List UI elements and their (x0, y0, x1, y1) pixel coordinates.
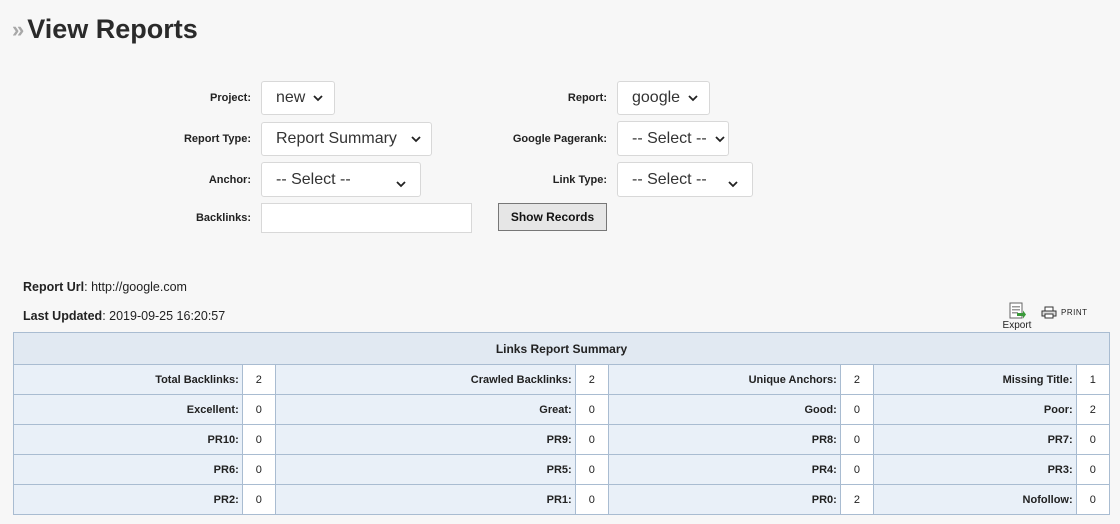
report-select-value: google (632, 89, 681, 106)
metric-value: 0 (574, 484, 609, 515)
metric-label: Great: (275, 394, 576, 425)
last-updated-line: Last Updated: 2019-09-25 16:20:57 (23, 309, 226, 323)
metric-label: PR6: (13, 454, 243, 485)
metric-label: Nofollow: (873, 484, 1077, 515)
chevron-down-icon (688, 89, 698, 107)
metric-label: PR0: (607, 484, 841, 515)
table-row: Total Backlinks: 2 Crawled Backlinks: 2 Uniq… (13, 364, 1111, 395)
page-title: View Reports (27, 14, 198, 44)
report-type-select-value: Report Summary (276, 130, 397, 147)
google-pagerank-select-value: -- Select -- (632, 129, 707, 147)
table-row: Excellent: 0 Great: 0 Good: 0 Poor: 2 (13, 394, 1111, 425)
report-url-label: Report Url (23, 280, 85, 294)
double-chevron-icon: » (12, 16, 24, 42)
report-select[interactable]: google (617, 81, 710, 115)
anchor-select-value: -- Select -- (276, 170, 351, 188)
google-pagerank-select[interactable]: -- Select -- (617, 121, 729, 156)
metric-label: PR2: (13, 484, 243, 515)
metric-value: 1 (1075, 364, 1111, 395)
links-report-summary-table: Links Report Summary Total Backlinks: 2 Cr… (13, 332, 1111, 515)
project-label: Project: (210, 92, 251, 104)
page-header: » View Reports (12, 14, 198, 45)
project-select[interactable]: new (261, 81, 335, 115)
metric-label: Poor: (873, 394, 1077, 425)
show-records-button[interactable]: Show Records (498, 203, 607, 231)
metric-label: PR4: (607, 454, 841, 485)
export-icon (1001, 302, 1033, 320)
metric-value: 0 (1075, 454, 1111, 485)
metric-value: 2 (1075, 394, 1111, 425)
report-url-line: Report Url: http://google.com (23, 280, 187, 294)
metric-value: 0 (241, 424, 277, 455)
metric-value: 0 (574, 454, 609, 485)
metric-label: PR3: (873, 454, 1077, 485)
anchor-label: Anchor: (208, 174, 251, 186)
anchor-select[interactable]: -- Select -- (261, 162, 421, 197)
chevron-down-icon (313, 89, 323, 107)
chevron-down-icon (396, 175, 406, 193)
export-button[interactable]: Export (1001, 302, 1033, 331)
printer-icon (1041, 306, 1057, 319)
metric-label: PR7: (873, 424, 1077, 455)
report-type-label: Report Type: (183, 133, 251, 145)
metric-label: Good: (607, 394, 841, 425)
metric-value: 0 (574, 424, 609, 455)
table-row: PR10: 0 PR9: 0 PR8: 0 PR7: 0 (13, 424, 1111, 455)
print-label: PRINT (1061, 308, 1088, 317)
backlinks-label: Backlinks: (195, 212, 251, 224)
chevron-down-icon (715, 130, 725, 148)
metric-label: Crawled Backlinks: (275, 364, 576, 395)
metric-label: Missing Title: (873, 364, 1077, 395)
last-updated-value: 2019-09-25 16:20:57 (109, 309, 226, 323)
metric-label: PR8: (607, 424, 841, 455)
print-button[interactable]: PRINT (1041, 306, 1088, 319)
link-type-select-value: -- Select -- (632, 170, 707, 188)
backlinks-input[interactable] (261, 203, 472, 233)
metric-label: Unique Anchors: (607, 364, 841, 395)
metric-value: 0 (241, 484, 277, 515)
metric-value: 2 (241, 364, 277, 395)
report-type-select[interactable]: Report Summary (261, 122, 432, 156)
metric-value: 0 (839, 424, 875, 455)
link-type-label: Link Type: (552, 174, 607, 186)
table-row: PR2: 0 PR1: 0 PR0: 2 Nofollow: 0 (13, 484, 1111, 515)
metric-value: 2 (839, 484, 875, 515)
table-row: PR6: 0 PR5: 0 PR4: 0 PR3: 0 (13, 454, 1111, 485)
metric-label: Total Backlinks: (13, 364, 243, 395)
metric-label: PR1: (275, 484, 576, 515)
report-label: Report: (567, 92, 607, 104)
chevron-down-icon (728, 175, 738, 193)
report-url-value: http://google.com (91, 280, 187, 294)
summary-title: Links Report Summary (13, 332, 1110, 365)
metric-value: 0 (839, 454, 875, 485)
metric-value: 0 (1075, 484, 1111, 515)
metric-value: 2 (839, 364, 875, 395)
metric-value: 0 (839, 394, 875, 425)
google-pagerank-label: Google Pagerank: (512, 133, 607, 145)
last-updated-label: Last Updated (23, 309, 103, 323)
export-label: Export (1002, 320, 1032, 331)
metric-value: 0 (574, 394, 609, 425)
chevron-down-icon (411, 130, 421, 148)
metric-value: 2 (574, 364, 609, 395)
metric-label: Excellent: (13, 394, 243, 425)
metric-label: PR10: (13, 424, 243, 455)
metric-value: 0 (241, 454, 277, 485)
project-select-value: new (276, 89, 306, 106)
metric-value: 0 (241, 394, 277, 425)
metric-value: 0 (1075, 424, 1111, 455)
link-type-select[interactable]: -- Select -- (617, 162, 753, 197)
metric-label: PR5: (275, 454, 576, 485)
metric-label: PR9: (275, 424, 576, 455)
